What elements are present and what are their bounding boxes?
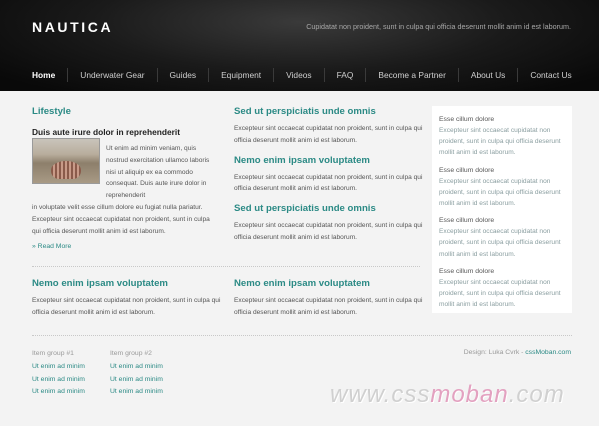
bottom-heading[interactable]: Nemo enim ipsam voluptatem <box>32 278 222 289</box>
footer-link[interactable]: Ut enim ad minim <box>110 386 163 399</box>
lifestyle-text-wrap: Ut enim ad minim veniam, quis nostrud ex… <box>106 145 210 200</box>
articles-section: Sed ut perspiciatis unde omnis Excepteur… <box>234 106 424 252</box>
nav-item-guides[interactable]: Guides <box>156 68 209 82</box>
sidebar-item: Esse cillum dolore Excepteur sint occaec… <box>439 165 565 210</box>
nav-item-equipment[interactable]: Equipment <box>208 68 273 82</box>
site-header: NAUTICA Cupidatat non proident, sunt in … <box>0 0 599 91</box>
sidebar-item: Esse cillum dolore Excepteur sint occaec… <box>439 215 565 260</box>
nav-item-contact-us[interactable]: Contact Us <box>517 68 583 82</box>
footer-group-1: Item group #1 Ut enim ad minim Ut enim a… <box>32 348 85 399</box>
footer-link[interactable]: Ut enim ad minim <box>110 361 163 374</box>
article-heading[interactable]: Sed ut perspiciatis unde omnis <box>234 106 424 117</box>
lifestyle-text: in voluptate velit esse cillum dolore eu… <box>32 203 210 235</box>
sidebar-item-text: Excepteur sint occaecat cupidatat non pr… <box>439 127 561 157</box>
sidebar-item: Esse cillum dolore Excepteur sint occaec… <box>439 266 565 311</box>
credit-text: Design: Luka Cvrk - <box>463 349 526 356</box>
nav-item-underwater-gear[interactable]: Underwater Gear <box>67 68 156 82</box>
footer-link[interactable]: Ut enim ad minim <box>32 386 85 399</box>
bottom-heading[interactable]: Nemo enim ipsam voluptatem <box>234 278 424 289</box>
sidebar-item-title[interactable]: Esse cillum dolore <box>439 165 565 176</box>
watermark-part: www.css <box>330 381 431 408</box>
footer-group-title: Item group #2 <box>110 350 152 357</box>
footer-link[interactable]: Ut enim ad minim <box>32 361 85 374</box>
footer-link[interactable]: Ut enim ad minim <box>110 374 163 387</box>
watermark-part: moban <box>430 381 509 408</box>
article-heading[interactable]: Sed ut perspiciatis unde omnis <box>234 203 424 214</box>
sidebar-item: Esse cillum dolore Excepteur sint occaec… <box>439 114 565 159</box>
sidebar-item-title[interactable]: Esse cillum dolore <box>439 266 565 277</box>
footer-group-title: Item group #1 <box>32 350 74 357</box>
footer-divider <box>32 335 572 336</box>
nav-item-become-partner[interactable]: Become a Partner <box>365 68 458 82</box>
watermark: www.cssmoban.com <box>330 381 565 409</box>
sidebar: Esse cillum dolore Excepteur sint occaec… <box>432 106 572 313</box>
footer-group-2: Item group #2 Ut enim ad minim Ut enim a… <box>110 348 163 399</box>
article-heading[interactable]: Nemo enim ipsam voluptatem <box>234 155 424 166</box>
site-logo[interactable]: NAUTICA <box>32 19 113 35</box>
article-text: Excepteur sint occaecat cupidatat non pr… <box>234 222 423 241</box>
sidebar-item-text: Excepteur sint occaecat cupidatat non pr… <box>439 278 561 309</box>
footer-link[interactable]: Ut enim ad minim <box>32 374 85 387</box>
nav-item-about-us[interactable]: About Us <box>457 68 517 82</box>
sidebar-item-text: Excepteur sint occaecat cupidatat non pr… <box>439 228 561 258</box>
seashell-photo <box>32 138 100 184</box>
bottom-text: Excepteur sint occaecat cupidatat non pr… <box>234 297 423 316</box>
credit-link[interactable]: cssMoban.com <box>525 349 571 356</box>
sidebar-item-title[interactable]: Esse cillum dolore <box>439 114 565 125</box>
bottom-text: Excepteur sint occaecat cupidatat non pr… <box>32 297 221 316</box>
lifestyle-subheading: Duis aute irure dolor in reprehenderit <box>32 127 180 137</box>
bottom-block-left: Nemo enim ipsam voluptatem Excepteur sin… <box>32 278 222 319</box>
nav-item-videos[interactable]: Videos <box>273 68 323 82</box>
footer-credit: Design: Luka Cvrk - cssMoban.com <box>464 349 571 356</box>
article-block: Sed ut perspiciatis unde omnis Excepteur… <box>234 106 424 147</box>
sidebar-item-text: Excepteur sint occaecat cupidatat non pr… <box>439 177 561 208</box>
article-block: Nemo enim ipsam voluptatem Excepteur sin… <box>234 155 424 196</box>
nav-item-home[interactable]: Home <box>20 68 67 82</box>
watermark-part: .com <box>508 381 565 408</box>
main-nav: Home Underwater Gear Guides Equipment Vi… <box>20 68 584 82</box>
article-text: Excepteur sint occaecat cupidatat non pr… <box>234 173 423 193</box>
read-more-link[interactable]: » Read More <box>32 243 71 250</box>
lifestyle-heading: Lifestyle <box>32 106 71 117</box>
article-text: Excepteur sint occaecat cupidatat non pr… <box>234 125 423 144</box>
bottom-block-right: Nemo enim ipsam voluptatem Excepteur sin… <box>234 278 424 319</box>
nav-item-faq[interactable]: FAQ <box>323 68 366 82</box>
header-tagline: Cupidatat non proident, sunt in culpa qu… <box>306 22 571 31</box>
article-block: Sed ut perspiciatis unde omnis Excepteur… <box>234 203 424 244</box>
section-divider <box>32 266 420 267</box>
sidebar-item-title[interactable]: Esse cillum dolore <box>439 215 565 226</box>
